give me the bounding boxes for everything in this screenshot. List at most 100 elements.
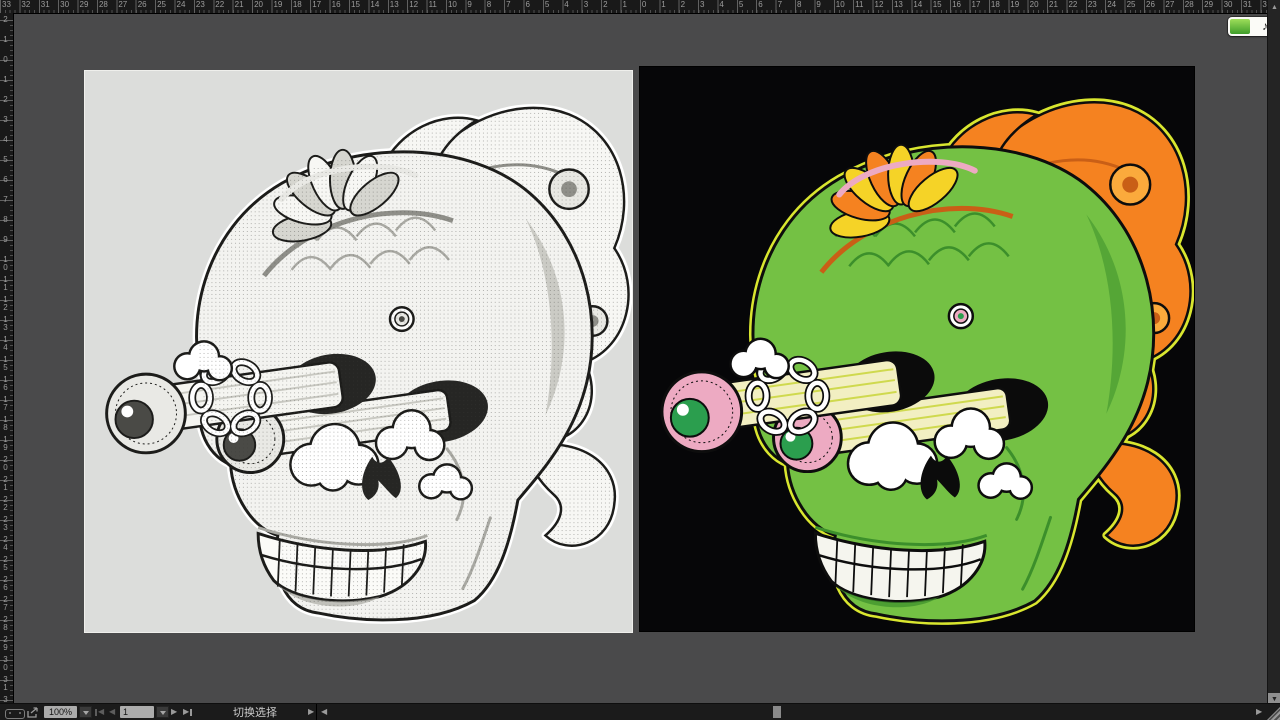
ruler-label: 28: [98, 0, 108, 9]
scroll-left-arrow-icon[interactable]: ◀: [321, 707, 327, 716]
ruler-label: 18: [990, 0, 1000, 9]
ruler-label: 5: [1, 155, 10, 163]
ruler-label: 17: [1, 395, 10, 411]
ruler-label: 14: [1, 335, 10, 351]
triangle-right-icon: ▶: [171, 707, 178, 716]
ruler-label: 25: [1, 555, 10, 571]
ruler-label: 7: [506, 0, 511, 9]
scroll-up-arrow-icon[interactable]: ▲: [1268, 4, 1280, 11]
ruler-label: 21: [234, 0, 244, 9]
ruler-label: 20: [254, 0, 263, 9]
zoom-dropdown-button[interactable]: [79, 706, 92, 718]
status-bar: 100% ◀ ◀ 1 ▶ ▶ 切换选择 ▶ ◀ ▶: [0, 703, 1280, 720]
ruler-label: 19: [273, 0, 283, 9]
ruler-label: 10: [1, 255, 10, 271]
ruler-label: 29: [79, 0, 89, 9]
first-frame-button[interactable]: ◀: [95, 707, 104, 717]
skull-artwork: [660, 98, 1194, 625]
ruler-label: 4: [719, 0, 724, 9]
skull-artwork: [105, 103, 632, 624]
ruler-label: 20: [1, 455, 10, 471]
bar-icon: [190, 708, 193, 716]
ruler-label: 30: [60, 0, 70, 9]
chevron-down-icon: [83, 711, 89, 715]
ruler-label: 20: [1029, 0, 1039, 9]
ruler-label: 4: [564, 0, 569, 9]
ruler-label: 16: [952, 0, 962, 9]
previous-frame-button[interactable]: ◀: [109, 707, 115, 717]
ruler-label: 3: [583, 0, 589, 9]
ruler-label: 31: [1242, 0, 1252, 9]
export-icon[interactable]: [27, 707, 39, 718]
ruler-label: 2: [603, 0, 608, 9]
chevron-down-icon: [160, 711, 166, 715]
ruler-horizontal: 33 32 31 30 29 28 27 26 25 24 23 22 21 20 19 18 17 16 15 14…: [0, 0, 1271, 14]
artboard-color: [639, 66, 1195, 632]
ruler-label: 26: [137, 0, 147, 9]
status-message: 切换选择: [233, 707, 277, 719]
ruler-label: 33: [2, 0, 11, 9]
ruler-label: 15: [351, 0, 360, 9]
scroll-right-arrow-icon-2[interactable]: ▶: [1256, 707, 1262, 716]
ruler-label: 6: [525, 0, 530, 9]
ruler-label: 31: [1, 675, 10, 691]
ruler-label: 9: [816, 0, 821, 9]
ruler-label: 24: [176, 0, 186, 9]
ruler-label: 25: [1126, 0, 1136, 9]
scrollbar-vertical[interactable]: ▲ ▼: [1267, 0, 1280, 706]
ruler-label: 28: [1, 615, 10, 631]
ruler-label: 2: [1, 15, 10, 23]
ruler-label: 12: [874, 0, 884, 9]
ruler-label: 11: [428, 0, 437, 9]
ruler-label: 21: [1049, 0, 1058, 9]
ruler-label: 3: [700, 0, 705, 9]
resize-grip[interactable]: [1267, 707, 1280, 720]
ruler-label: 30: [1, 655, 10, 671]
green-swatch[interactable]: [1230, 19, 1250, 34]
application-window: 33 32 31 30 29 28 27 26 25 24 23 22 21 20 19 18 17 16 15 14…: [0, 0, 1280, 720]
ruler-label: 5: [544, 0, 550, 9]
ruler-label: 22: [1068, 0, 1078, 9]
next-frame-button[interactable]: ▶: [171, 707, 177, 717]
ruler-label: 32: [21, 0, 31, 9]
horizontal-scrollbar-thumb[interactable]: [773, 706, 781, 718]
ruler-label: 31: [40, 0, 50, 9]
ruler-label: 23: [195, 0, 205, 9]
ruler-label: 30: [1223, 0, 1233, 9]
ruler-label: 27: [1, 595, 10, 611]
ruler-label: 16: [1, 375, 10, 391]
ruler-label: 1: [622, 0, 627, 9]
scroll-right-arrow-icon[interactable]: ▶: [308, 707, 314, 716]
ruler-label: 10: [447, 0, 457, 9]
frame-dropdown-button[interactable]: [156, 706, 169, 718]
ruler-label: 27: [118, 0, 128, 9]
ruler-label: 1: [1, 75, 10, 83]
ruler-label: 21: [1, 475, 10, 491]
ruler-label: 29: [1204, 0, 1214, 9]
ruler-label: 8: [486, 0, 492, 9]
ruler-label: 22: [1, 495, 10, 511]
ruler-label: 1: [661, 0, 666, 9]
ruler-label: 2: [680, 0, 686, 9]
ruler-label: 2: [1, 95, 10, 103]
ruler-label: 5: [738, 0, 744, 9]
ruler-label: 7: [1, 195, 10, 203]
ruler-label: 13: [389, 0, 399, 9]
ruler-label: 12: [1, 295, 10, 311]
frame-number-field[interactable]: 1: [120, 706, 154, 718]
ruler-label: 22: [215, 0, 225, 9]
ruler-label: 17: [312, 0, 322, 9]
ruler-label: 11: [1, 275, 10, 291]
ruler-label: 13: [1, 315, 10, 331]
triangle-left-icon: ◀: [109, 707, 116, 716]
ruler-label: 24: [1, 535, 10, 551]
ruler-label: 14: [913, 0, 923, 9]
ruler-label: 13: [893, 0, 903, 9]
zoom-level-field[interactable]: 100%: [44, 706, 77, 718]
ruler-label: 1: [1, 35, 10, 43]
rounded-rect-icon[interactable]: [5, 709, 25, 719]
ruler-label: 19: [1010, 0, 1020, 9]
ruler-label: 18: [1, 415, 10, 431]
last-frame-button[interactable]: ▶: [183, 707, 193, 717]
ruler-label: 10: [835, 0, 845, 9]
